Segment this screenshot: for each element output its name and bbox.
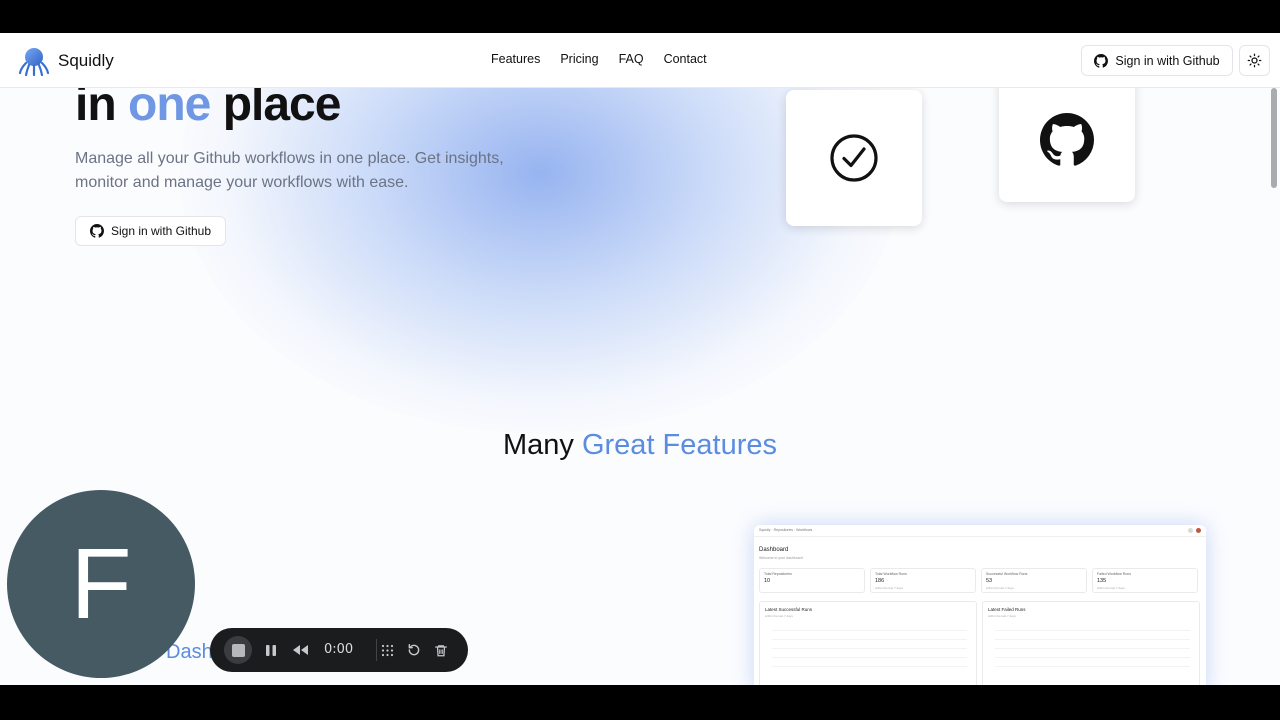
hero-signin-button[interactable]: Sign in with Github xyxy=(75,216,226,246)
pause-button[interactable] xyxy=(262,641,280,659)
rewind-icon xyxy=(292,645,308,655)
hero-signin-label: Sign in with Github xyxy=(110,224,212,238)
nav-signin-button[interactable]: Sign in with Github xyxy=(1081,45,1233,76)
nav-links: Features Pricing FAQ Contact xyxy=(491,52,707,66)
stat-value: 10 xyxy=(764,578,771,584)
grid-button[interactable] xyxy=(378,641,396,659)
check-circle-icon xyxy=(830,134,878,182)
nav-link-features[interactable]: Features xyxy=(491,52,540,66)
stat-title: Successful Workflow Runs xyxy=(986,572,1028,576)
trash-icon xyxy=(435,644,447,656)
check-card xyxy=(786,90,922,226)
stat-sub: within the last 7 days xyxy=(1097,586,1125,590)
stat-title: Total Workflow Runs xyxy=(875,572,907,576)
dashboard-title: Dashboard xyxy=(759,547,789,553)
table-row xyxy=(772,633,967,640)
dashboard-preview: Squidly · Repositories · Workflows Dashb… xyxy=(754,525,1206,685)
stop-button[interactable] xyxy=(224,636,252,664)
table-row xyxy=(995,660,1190,667)
github-icon xyxy=(1094,53,1109,68)
panel-sub: within the last 7 days xyxy=(765,614,793,618)
features-title-start: Many xyxy=(502,429,574,461)
panel-title: Latest Successful Runs xyxy=(765,607,813,612)
delete-button[interactable] xyxy=(432,641,450,659)
table-row xyxy=(995,633,1190,640)
dashboard-subtitle: Welcome to your dashboard xyxy=(759,556,803,560)
nav-link-contact[interactable]: Contact xyxy=(664,52,707,66)
dashboard-breadcrumb: Squidly · Repositories · Workflows xyxy=(759,528,813,532)
stat-card: Total Repositories 10 xyxy=(759,568,865,593)
restart-icon xyxy=(408,644,420,656)
screen-frame: in one place Manage all your Github work… xyxy=(0,0,1280,720)
recording-time: 0:00 xyxy=(324,642,354,657)
recorder-bar: 0:00 xyxy=(210,628,468,672)
stat-value: 186 xyxy=(875,578,885,584)
github-icon xyxy=(89,224,104,238)
stat-value: 135 xyxy=(1097,578,1107,584)
table-row xyxy=(995,624,1190,631)
theme-toggle-button[interactable] xyxy=(1239,45,1270,76)
stat-sub: within the last 7 days xyxy=(875,586,903,590)
stat-sub: within the last 7 days xyxy=(986,586,1014,590)
panel-sub: within the last 7 days xyxy=(988,614,1016,618)
features-title-accent: Great Features xyxy=(581,429,777,461)
nav-signin-label: Sign in with Github xyxy=(1115,53,1220,68)
table-row xyxy=(995,642,1190,649)
settings-icon xyxy=(1188,528,1193,533)
features-title: Many Great Features xyxy=(0,429,1280,462)
sun-icon xyxy=(1247,53,1262,68)
stat-card: Total Workflow Runs 186 within the last … xyxy=(870,568,976,593)
divider xyxy=(376,639,377,661)
stat-title: Failed Workflow Runs xyxy=(1097,572,1131,576)
brand-name: Squidly xyxy=(58,51,114,70)
nav-link-faq[interactable]: FAQ xyxy=(619,52,644,66)
github-icon xyxy=(1040,113,1094,166)
table-row xyxy=(772,624,967,631)
stat-card: Successful Workflow Runs 53 within the l… xyxy=(981,568,1087,593)
restart-button[interactable] xyxy=(405,641,423,659)
panel-title: Latest Failed Runs xyxy=(988,607,1026,612)
dashboard-feature-label: Dash xyxy=(166,641,213,663)
dashboard-topbar: Squidly · Repositories · Workflows xyxy=(754,525,1206,537)
table-row xyxy=(772,651,967,658)
stop-icon xyxy=(231,643,245,657)
page-scrollbar[interactable] xyxy=(1271,88,1277,188)
nav-link-pricing[interactable]: Pricing xyxy=(560,52,598,66)
stat-value: 53 xyxy=(986,578,993,584)
stat-title: Total Repositories xyxy=(764,572,792,576)
successful-runs-panel: Latest Successful Runs within the last 7… xyxy=(759,601,977,685)
table-row xyxy=(772,642,967,649)
failed-runs-panel: Latest Failed Runs within the last 7 day… xyxy=(982,601,1200,685)
stat-card: Failed Workflow Runs 135 within the last… xyxy=(1092,568,1198,593)
avatar xyxy=(1196,528,1201,533)
grid-icon xyxy=(381,644,393,656)
hero-subtitle: Manage all your Github workflows in one … xyxy=(75,150,504,191)
webcam-initial: F xyxy=(70,527,132,640)
table-row xyxy=(995,651,1190,658)
rewind-button[interactable] xyxy=(291,641,309,659)
navbar: Squidly Features Pricing FAQ Contact Sig… xyxy=(0,33,1280,88)
brand-logo[interactable]: Squidly xyxy=(18,46,114,76)
octopus-icon xyxy=(18,48,50,76)
webcam-bubble: F xyxy=(7,490,195,678)
table-row xyxy=(772,660,967,667)
pause-icon xyxy=(266,644,276,656)
github-card xyxy=(999,78,1135,202)
